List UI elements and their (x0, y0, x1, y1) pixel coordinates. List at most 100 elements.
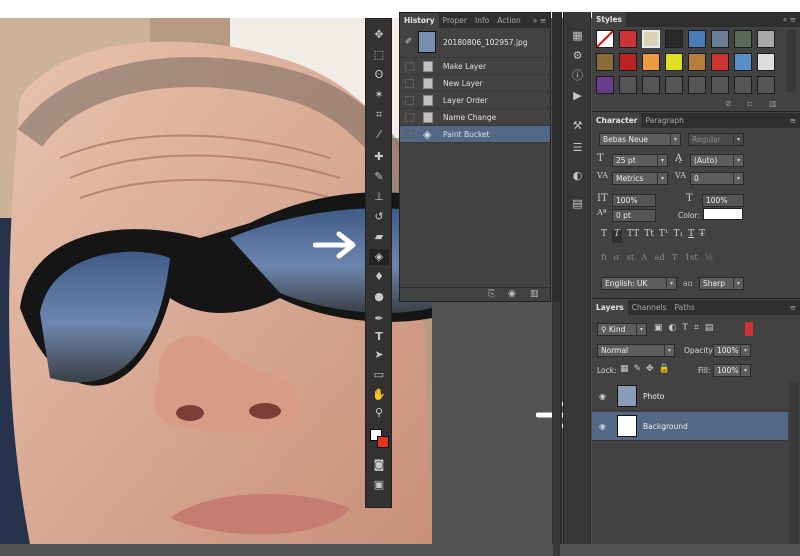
style-swatch[interactable] (665, 76, 683, 94)
history-brush-tool-icon[interactable]: ↺ (369, 209, 389, 225)
type-tool-icon[interactable]: T (369, 329, 389, 345)
filter-toggle[interactable] (745, 322, 753, 336)
baseline-shift-input[interactable]: 0 pt (612, 209, 656, 222)
adjustments-icon[interactable]: ☰ (569, 140, 586, 155)
clone-source-icon[interactable]: ⚙ (569, 48, 586, 63)
history-snapshot[interactable]: ✐ 20180806_102957.jpg (400, 28, 550, 58)
tab-history[interactable]: History (400, 13, 439, 28)
tab-paths[interactable]: Paths (670, 300, 698, 315)
eyedropper-tool-icon[interactable]: ⁄ (369, 127, 389, 143)
rectangle-tool-icon[interactable]: ▭ (369, 367, 389, 383)
font-size-select[interactable]: 25 pt ▾ (612, 154, 668, 167)
zoom-tool-icon[interactable]: ⚲ (369, 405, 389, 421)
paint-bucket-tool-icon[interactable]: ◈ (369, 249, 389, 265)
layer-filter-icons[interactable]: ▣◐T⌗▤ (654, 323, 719, 333)
style-swatch-none[interactable] (596, 30, 614, 48)
info-icon[interactable]: ⓘ (569, 68, 586, 83)
quick-mask-icon[interactable]: ◙ (369, 457, 389, 473)
superscript-button[interactable]: T¹ (659, 229, 669, 243)
healing-brush-tool-icon[interactable]: ✚ (369, 149, 389, 165)
language-select[interactable]: English: UK ▾ (601, 277, 677, 290)
font-family-select[interactable]: Bebas Neue ▾ (599, 133, 681, 146)
all-caps-button[interactable]: TT (627, 229, 639, 243)
path-selection-tool-icon[interactable]: ➤ (369, 347, 389, 363)
eraser-tool-icon[interactable]: ▰ (369, 229, 389, 245)
eye-icon[interactable]: ◉ (599, 382, 606, 411)
text-color-swatch[interactable] (703, 208, 743, 220)
opacity-input[interactable]: 100% ▾ (713, 344, 751, 357)
history-brush-checkbox[interactable] (405, 79, 414, 88)
style-swatch[interactable] (688, 30, 706, 48)
style-swatch[interactable] (619, 53, 637, 71)
contextual-alternates-button[interactable]: st (626, 253, 634, 267)
panel-menu-icon[interactable]: « ≡ (779, 12, 800, 27)
eye-icon[interactable]: ◉ (599, 412, 606, 441)
style-swatch[interactable] (734, 76, 752, 94)
tool-presets-icon[interactable]: ⚒ (569, 118, 586, 133)
style-swatch[interactable] (665, 53, 683, 71)
kerning-select[interactable]: Metrics ▾ (612, 172, 668, 185)
history-step[interactable]: Make Layer (400, 58, 550, 75)
layers-scrollbar[interactable] (789, 382, 799, 544)
move-tool-icon[interactable]: ✥ (369, 27, 389, 43)
panel-menu-icon[interactable]: ≡ (786, 300, 800, 315)
small-caps-button[interactable]: Tt (644, 229, 654, 243)
trash-icon[interactable]: ▥ (769, 99, 777, 108)
clone-stamp-tool-icon[interactable]: ⊥ (369, 189, 389, 205)
history-step[interactable]: Name Change (400, 109, 550, 126)
style-swatch[interactable] (688, 53, 706, 71)
style-swatch[interactable] (757, 30, 775, 48)
history-step[interactable]: New Layer (400, 75, 550, 92)
style-swatch[interactable] (734, 53, 752, 71)
magic-wand-tool-icon[interactable]: ✶ (369, 87, 389, 103)
history-brush-checkbox[interactable] (405, 96, 414, 105)
history-brush-source-icon[interactable]: ✐ (405, 37, 413, 47)
faux-italic-button[interactable]: T (612, 229, 623, 243)
tab-character[interactable]: Character (592, 113, 642, 128)
style-swatch[interactable] (596, 76, 614, 94)
history-brush-checkbox[interactable] (405, 62, 414, 71)
tab-actions[interactable]: Action (493, 13, 525, 28)
screen-mode-icon[interactable]: ▣ (369, 477, 389, 493)
faux-bold-button[interactable]: T (601, 229, 607, 243)
layer-row[interactable]: ◉ Photo (592, 382, 788, 411)
font-style-select[interactable]: Regular ▾ (688, 133, 744, 146)
fill-input[interactable]: 100% ▾ (713, 364, 751, 377)
history-step-selected[interactable]: ◈ Paint Bucket (400, 126, 550, 143)
panel-menu-icon[interactable]: » ≡ (529, 13, 550, 28)
tab-styles[interactable]: Styles (592, 12, 626, 27)
crop-tool-icon[interactable]: ⌗ (369, 107, 389, 123)
style-swatch[interactable] (642, 76, 660, 94)
history-brush-checkbox[interactable] (405, 113, 414, 122)
stylistic-alternates-button[interactable]: ad (654, 253, 665, 267)
tab-properties[interactable]: Proper (439, 13, 471, 28)
ordinals-button[interactable]: 1st (685, 253, 698, 267)
style-swatch[interactable] (757, 76, 775, 94)
new-document-icon[interactable]: ⎘ (488, 289, 495, 299)
background-color-swatch[interactable] (377, 436, 389, 448)
play-actions-icon[interactable]: ▶ (569, 88, 586, 103)
paragraph-styles-icon[interactable]: ▤ (569, 196, 586, 211)
blend-mode-select[interactable]: Normal ▾ (597, 344, 675, 357)
style-swatch[interactable] (757, 53, 775, 71)
scrollbar[interactable] (553, 302, 560, 556)
history-brush-checkbox[interactable] (405, 130, 414, 139)
discretionary-ligatures-button[interactable]: σ (614, 253, 620, 267)
lock-icons[interactable]: ▦✎✥🔒 (620, 364, 675, 374)
vertical-scale-input[interactable]: 100% (612, 194, 656, 207)
clear-style-icon[interactable]: ⊘ (725, 99, 732, 108)
layer-filter-select[interactable]: ⚲ Kind ▾ (597, 323, 647, 336)
history-step[interactable]: Layer Order (400, 92, 550, 109)
styles-scrollbar[interactable] (787, 30, 796, 92)
subscript-button[interactable]: T₁ (673, 229, 683, 243)
style-swatch[interactable] (711, 53, 729, 71)
fractions-button[interactable]: ½ (705, 253, 713, 267)
tab-info[interactable]: Info (471, 13, 493, 28)
hand-tool-icon[interactable]: ✋ (369, 387, 389, 403)
leading-select[interactable]: (Auto) ▾ (690, 154, 744, 167)
style-swatch[interactable] (688, 76, 706, 94)
tracking-select[interactable]: 0 ▾ (690, 172, 744, 185)
horizontal-scale-input[interactable]: 100% (702, 194, 744, 207)
marquee-tool-icon[interactable]: ⬚ (369, 47, 389, 63)
antialias-select[interactable]: Sharp ▾ (699, 277, 744, 290)
